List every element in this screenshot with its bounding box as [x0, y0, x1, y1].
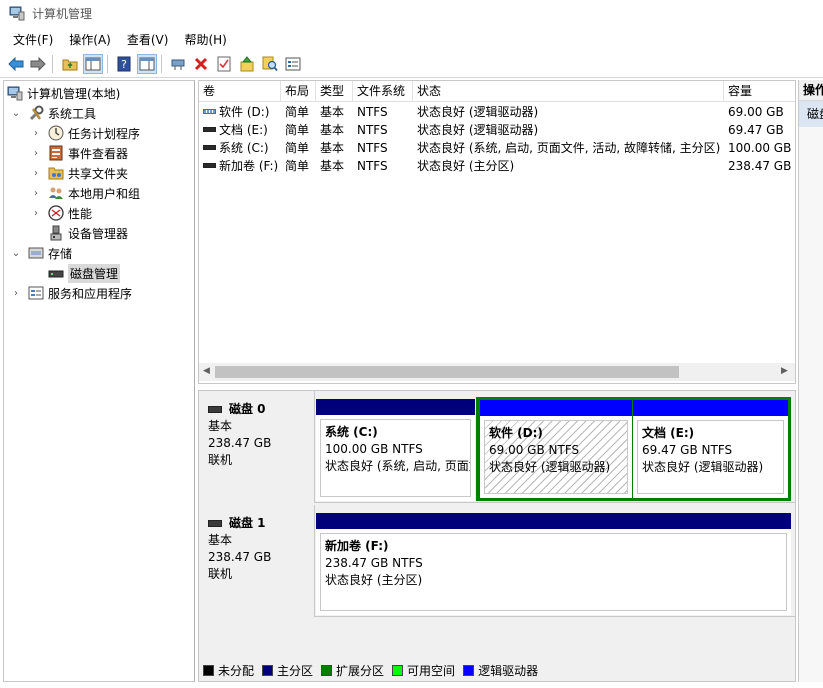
column-header-type[interactable]: 类型	[316, 81, 353, 102]
up-folder-icon[interactable]	[60, 54, 80, 74]
tree-item-shared-folders[interactable]: › 共享文件夹	[30, 163, 220, 183]
event-viewer-icon	[48, 145, 64, 161]
table-row[interactable]: 新加卷 (F:) 简单 基本 NTFS 状态良好 (主分区) 238.47 GB	[199, 157, 795, 175]
tree-item-services-apps[interactable]: › 服务和应用程序	[10, 283, 200, 303]
properties-icon[interactable]	[214, 54, 234, 74]
device-manager-icon	[48, 225, 64, 241]
action-disk-management[interactable]: 磁盘管理	[799, 101, 823, 127]
column-header-volume[interactable]: 卷	[199, 81, 281, 102]
tree-item-event-viewer[interactable]: › 事件查看器	[30, 143, 220, 163]
tree-item-system-tools[interactable]: ⌄ 系统工具	[10, 103, 200, 123]
disk-1-info[interactable]: 磁盘 1 基本 238.47 GB 联机	[199, 505, 315, 617]
search-icon[interactable]	[260, 54, 280, 74]
horizontal-scrollbar[interactable]: ◀ ▶	[199, 363, 795, 381]
disk-icon	[208, 406, 222, 413]
show-action-pane-icon[interactable]	[137, 54, 157, 74]
actions-header: 操作	[799, 80, 823, 101]
tree-item-performance[interactable]: › 性能	[30, 203, 220, 223]
console-icon[interactable]	[283, 54, 303, 74]
actions-pane: 操作 磁盘管理	[798, 80, 823, 682]
computer-management-icon	[7, 85, 23, 101]
partition-e[interactable]: 文档 (E:) 69.47 GB NTFS 状态良好 (逻辑驱动器)	[633, 400, 788, 498]
column-header-filesystem[interactable]: 文件系统	[353, 81, 413, 102]
svg-text:?: ?	[121, 58, 127, 71]
scroll-left-icon[interactable]: ◀	[203, 366, 210, 376]
move-up-icon[interactable]	[237, 54, 257, 74]
forward-arrow-icon[interactable]	[28, 54, 48, 74]
volume-icon	[203, 127, 216, 132]
table-row[interactable]: 软件 (D:) 简单 基本 NTFS 状态良好 (逻辑驱动器) 69.00 GB	[199, 103, 795, 121]
disk-management-icon	[48, 265, 64, 281]
volume-icon	[203, 109, 216, 114]
column-header-status[interactable]: 状态	[413, 81, 724, 102]
chevron-down-icon[interactable]: ⌄	[10, 107, 22, 119]
computer-management-icon	[9, 5, 25, 21]
disk-graphical-view: 磁盘 0 基本 238.47 GB 联机 系统 (C:) 100.00 GB N…	[198, 390, 796, 682]
toolbar: ?	[0, 50, 823, 78]
clock-icon	[48, 125, 64, 141]
table-row[interactable]: 系统 (C:) 简单 基本 NTFS 状态良好 (系统, 启动, 页面文件, 活…	[199, 139, 795, 157]
tools-icon	[28, 105, 44, 121]
tree-item-root[interactable]: 计算机管理(本地)	[7, 83, 197, 103]
services-icon	[28, 285, 44, 301]
disk-0-row: 磁盘 0 基本 238.47 GB 联机 系统 (C:) 100.00 GB N…	[199, 391, 795, 503]
volume-icon	[203, 163, 216, 168]
legend-free-space: 可用空间	[392, 662, 455, 679]
tree-item-storage[interactable]: ⌄ 存储	[10, 243, 200, 263]
users-icon	[48, 185, 64, 201]
disk-0-info[interactable]: 磁盘 0 基本 238.47 GB 联机	[199, 391, 315, 503]
legend-logical: 逻辑驱动器	[463, 662, 538, 679]
menu-help[interactable]: 帮助(H)	[177, 28, 233, 50]
tree-item-device-manager[interactable]: 设备管理器	[30, 223, 220, 243]
volume-list: 卷 布局 类型 文件系统 状态 容量 软件 (D:) 简单 基本 NTFS 状态…	[198, 80, 796, 384]
chevron-right-icon[interactable]: ›	[30, 167, 42, 179]
list-header: 卷 布局 类型 文件系统 状态 容量	[199, 81, 795, 102]
column-header-capacity[interactable]: 容量	[724, 81, 795, 102]
scrollbar-thumb[interactable]	[215, 366, 679, 378]
table-row[interactable]: 文档 (E:) 简单 基本 NTFS 状态良好 (逻辑驱动器) 69.47 GB	[199, 121, 795, 139]
chevron-down-icon[interactable]: ⌄	[10, 247, 22, 259]
column-header-layout[interactable]: 布局	[281, 81, 316, 102]
shared-folder-icon	[48, 165, 64, 181]
menu-file[interactable]: 文件(F)	[6, 28, 60, 50]
menu-action[interactable]: 操作(A)	[62, 28, 118, 50]
navigation-tree: 计算机管理(本地) ⌄ 系统工具 › 任务计划程序 › 事件查看器 › 共享文件…	[3, 80, 195, 682]
disk-1-row: 磁盘 1 基本 238.47 GB 联机 新加卷 (F:) 238.47 GB …	[199, 505, 795, 617]
legend-primary: 主分区	[262, 662, 313, 679]
storage-icon	[28, 245, 44, 261]
connect-icon[interactable]	[168, 54, 188, 74]
menu-view[interactable]: 查看(V)	[120, 28, 176, 50]
tree-item-disk-management[interactable]: 磁盘管理	[30, 263, 220, 283]
legend-unallocated: 未分配	[203, 662, 254, 679]
partition-d[interactable]: 软件 (D:) 69.00 GB NTFS 状态良好 (逻辑驱动器)	[480, 400, 632, 498]
partition-legend: 未分配 主分区 扩展分区 可用空间 逻辑驱动器	[199, 659, 795, 681]
chevron-right-icon[interactable]: ›	[30, 127, 42, 139]
delete-icon[interactable]	[191, 54, 211, 74]
back-arrow-icon[interactable]	[6, 54, 26, 74]
window-title: 计算机管理	[32, 7, 93, 21]
chevron-right-icon[interactable]: ›	[30, 207, 42, 219]
chevron-right-icon[interactable]: ›	[30, 147, 42, 159]
tree-item-local-users[interactable]: › 本地用户和组	[30, 183, 220, 203]
volume-icon	[203, 145, 216, 150]
performance-icon	[48, 205, 64, 221]
tree-item-task-scheduler[interactable]: › 任务计划程序	[30, 123, 220, 143]
disk-icon	[208, 520, 222, 527]
chevron-right-icon[interactable]: ›	[10, 287, 22, 299]
scroll-right-icon[interactable]: ▶	[781, 366, 788, 376]
menu-bar: 文件(F) 操作(A) 查看(V) 帮助(H)	[0, 28, 823, 50]
chevron-right-icon[interactable]: ›	[30, 187, 42, 199]
show-hide-tree-icon[interactable]	[83, 54, 103, 74]
help-icon[interactable]: ?	[114, 54, 134, 74]
partition-c[interactable]: 系统 (C:) 100.00 GB NTFS 状态良好 (系统, 启动, 页面文…	[316, 399, 475, 501]
legend-extended: 扩展分区	[321, 662, 384, 679]
partition-f[interactable]: 新加卷 (F:) 238.47 GB NTFS 状态良好 (主分区)	[316, 513, 791, 615]
title-bar: 计算机管理	[0, 0, 823, 28]
